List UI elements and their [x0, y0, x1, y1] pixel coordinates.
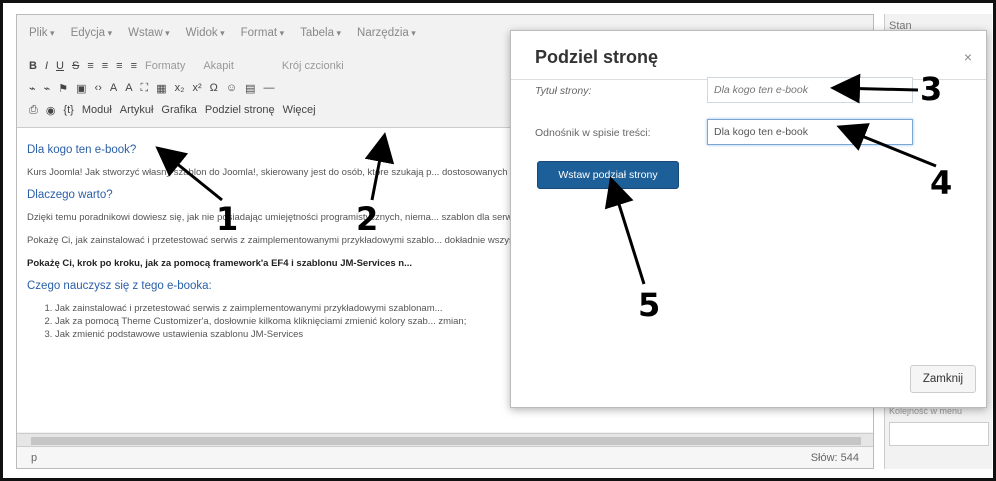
arrow-2 [364, 132, 395, 201]
arrow-3 [830, 73, 919, 104]
callout-5: 5 [638, 286, 661, 324]
callout-4: 4 [930, 164, 953, 202]
arrow-1 [155, 146, 223, 202]
callout-1: 1 [216, 200, 239, 238]
callout-3: 3 [920, 70, 943, 108]
annotation-arrows [155, 73, 937, 285]
callout-2: 2 [356, 200, 379, 238]
arrow-5 [604, 176, 646, 285]
arrow-4 [836, 123, 937, 168]
